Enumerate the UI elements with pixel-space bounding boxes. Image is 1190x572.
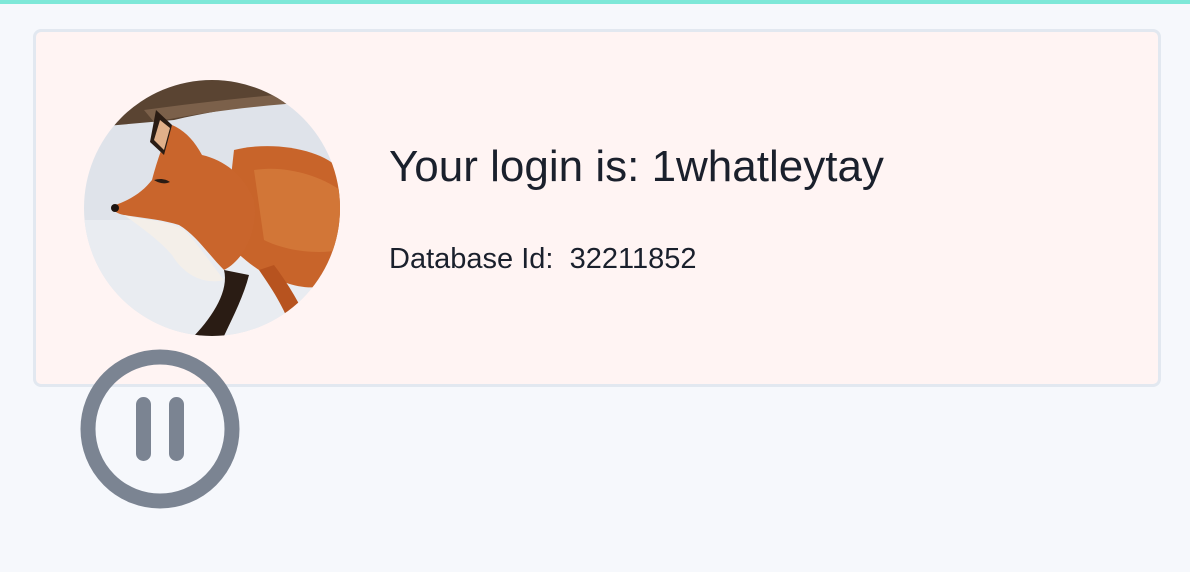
top-accent-bar [0, 0, 1190, 4]
avatar [84, 80, 340, 336]
login-value: 1whatleytay [651, 142, 884, 191]
login-text: Your login is: 1whatleytay [389, 142, 884, 192]
pause-circle-icon [80, 349, 240, 509]
database-id-text: Database Id: 32211852 [389, 243, 696, 276]
fox-avatar-image [84, 80, 340, 336]
pause-button[interactable] [80, 349, 240, 509]
database-id-label: Database Id: [389, 243, 554, 275]
database-id-value: 32211852 [569, 243, 697, 275]
login-label: Your login is: [389, 142, 640, 191]
